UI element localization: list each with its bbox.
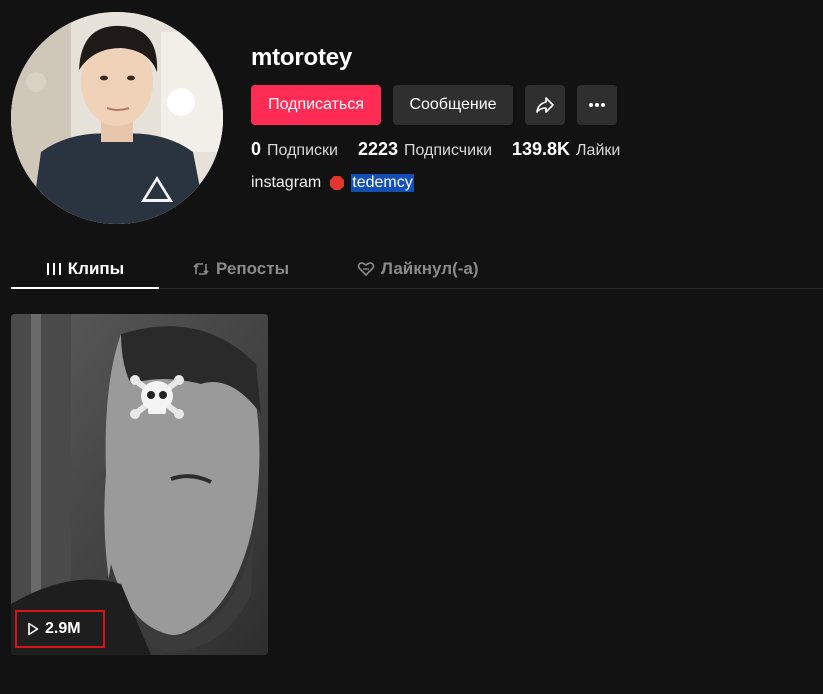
bio: instagram tedemcy bbox=[251, 174, 414, 192]
share-button[interactable] bbox=[525, 85, 565, 125]
following-stat[interactable]: 0 Подписки bbox=[251, 139, 338, 160]
tab-reposts[interactable]: Репосты bbox=[192, 248, 289, 289]
profile-actions: Подписаться Сообщение bbox=[251, 85, 617, 125]
share-icon bbox=[536, 97, 554, 113]
repost-icon bbox=[193, 262, 209, 275]
likes-stat: 139.8K Лайки bbox=[512, 139, 620, 160]
play-icon bbox=[28, 622, 39, 636]
likes-count: 139.8K bbox=[512, 139, 571, 159]
more-icon bbox=[589, 103, 605, 107]
bio-link[interactable]: tedemcy bbox=[351, 174, 414, 192]
message-button[interactable]: Сообщение bbox=[393, 85, 513, 125]
heart-icon bbox=[357, 261, 375, 276]
profile-tabs: Клипы Репосты Лайкнул(-а) bbox=[11, 248, 823, 289]
tab-clips-label: Клипы bbox=[67, 258, 125, 278]
tab-reposts-label: Репосты bbox=[216, 258, 290, 278]
tab-liked-label: Лайкнул(-а) bbox=[381, 258, 479, 278]
active-tab-indicator bbox=[11, 287, 159, 289]
more-button[interactable] bbox=[577, 85, 617, 125]
bio-text: instagram bbox=[251, 174, 322, 191]
profile-stats: 0 Подписки 2223 Подписчики 139.8K Лайки bbox=[251, 139, 640, 160]
following-count: 0 bbox=[251, 139, 262, 159]
video-thumbnail bbox=[11, 314, 268, 655]
likes-label: Лайки bbox=[576, 142, 621, 159]
username: mtorotey bbox=[251, 44, 353, 71]
view-count-value: 2.9M bbox=[45, 620, 81, 637]
followers-stat[interactable]: 2223 Подписчики bbox=[358, 139, 492, 160]
view-count: 2.9M bbox=[15, 610, 105, 648]
following-label: Подписки bbox=[267, 142, 338, 159]
tab-clips[interactable]: Клипы bbox=[11, 248, 159, 289]
avatar[interactable] bbox=[11, 12, 223, 224]
follow-button[interactable]: Подписаться bbox=[251, 85, 381, 125]
followers-label: Подписчики bbox=[403, 142, 492, 159]
tab-liked[interactable]: Лайкнул(-а) bbox=[357, 248, 479, 289]
avatar-image bbox=[11, 12, 223, 224]
profile-page: mtorotey Подписаться Сообщение 0 Подписк… bbox=[0, 0, 823, 694]
stop-sign-icon bbox=[330, 176, 345, 190]
video-card[interactable]: 2.9M bbox=[11, 314, 268, 655]
grid-lines-icon bbox=[46, 262, 61, 275]
followers-count: 2223 bbox=[357, 139, 398, 159]
